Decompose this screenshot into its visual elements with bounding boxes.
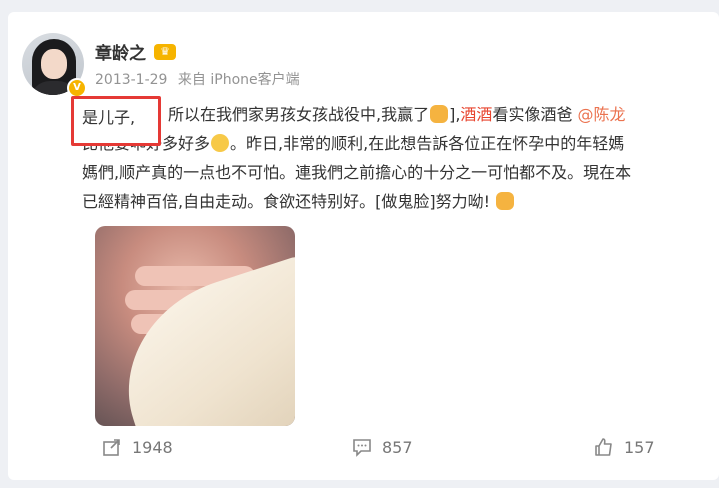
victory-hand-emoji-icon bbox=[430, 105, 449, 123]
post-source: 来自 iPhone客户端 bbox=[177, 72, 300, 88]
fist-emoji-icon bbox=[496, 192, 515, 210]
thumbs-up-icon bbox=[595, 438, 612, 456]
post-line-2: 比他要乖好多好多。昨日,非常的顺利,在此想告訴各位正在怀孕中的年轻媽 bbox=[82, 129, 719, 158]
post-photo[interactable] bbox=[95, 226, 295, 426]
repost-button[interactable]: 1948 bbox=[102, 437, 173, 457]
mention-link[interactable]: @陈龙 bbox=[578, 105, 626, 124]
avatar-face bbox=[41, 49, 67, 79]
crown-icon: ♛ bbox=[154, 43, 176, 60]
post-text: 所以在我們家男孩女孩战役中,我赢了],酒酒看实像酒爸 @陈龙 比他要乖好多好多。… bbox=[82, 100, 719, 216]
user-name[interactable]: 章龄之 bbox=[95, 39, 146, 64]
post-date[interactable]: 2013-1-29 bbox=[95, 72, 167, 88]
post-line-3: 媽們,顺产真的一点也不可怕。連我們之前擔心的十分之一可怕都不及。現在本 bbox=[82, 163, 632, 182]
highlight-annotation-box: 是儿子, bbox=[71, 96, 161, 146]
smile-emoji-icon bbox=[211, 134, 230, 152]
post-line-4: 已經精神百倍,自由走动。食欲还特别好。[做鬼脸]努力呦! bbox=[82, 187, 719, 216]
comment-button[interactable]: 857 bbox=[352, 437, 413, 457]
like-button[interactable]: 157 bbox=[594, 437, 655, 457]
user-name-row: 章龄之 ♛ bbox=[95, 39, 176, 64]
post-text-4a: 已經精神百倍,自由走动。食欲还特别好。[做鬼脸]努力呦! bbox=[82, 192, 490, 211]
post-line-1: 所以在我們家男孩女孩战役中,我赢了],酒酒看实像酒爸 @陈龙 bbox=[82, 100, 719, 129]
topic-link[interactable]: 酒酒 bbox=[460, 105, 492, 124]
weibo-post-card: V 章龄之 ♛ 2013-1-29 来自 iPhone客户端 所以在我們家男孩女… bbox=[8, 12, 719, 480]
post-text-2b: 。昨日,非常的顺利,在此想告訴各位正在怀孕中的年轻媽 bbox=[230, 134, 625, 153]
comment-count: 857 bbox=[382, 437, 413, 457]
comment-icon bbox=[353, 439, 371, 457]
post-text-1a: 所以在我們家男孩女孩战役中,我赢了 bbox=[168, 105, 430, 124]
repost-icon bbox=[103, 439, 120, 456]
verified-icon: V bbox=[67, 78, 87, 98]
action-bar: 1948 857 157 bbox=[8, 437, 719, 467]
highlight-text: 是儿子, bbox=[82, 108, 136, 127]
repost-count: 1948 bbox=[132, 437, 173, 457]
post-text-1c: 看实像酒爸 bbox=[492, 105, 573, 124]
post-text-1b: ], bbox=[449, 105, 461, 124]
like-count: 157 bbox=[624, 437, 655, 457]
post-meta: 2013-1-29 来自 iPhone客户端 bbox=[95, 69, 300, 89]
